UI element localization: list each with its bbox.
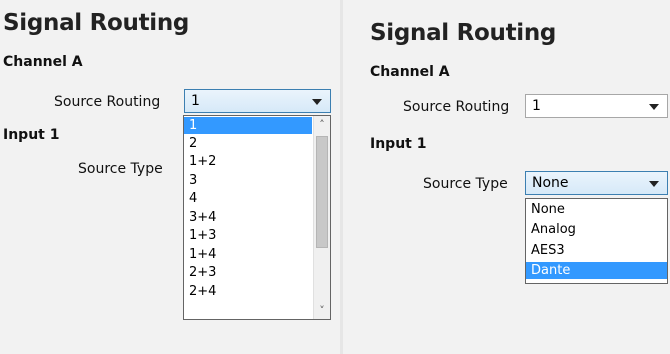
chevron-down-icon[interactable] bbox=[649, 181, 659, 187]
routing-option[interactable]: 2 bbox=[184, 135, 312, 152]
source-routing-label: Source Routing bbox=[403, 99, 510, 115]
routing-option[interactable]: 2+4 bbox=[184, 283, 312, 300]
input-heading: Input 1 bbox=[3, 127, 60, 143]
chevron-up-icon[interactable]: ˄ bbox=[314, 116, 330, 133]
source-type-option[interactable]: AES3 bbox=[526, 242, 667, 259]
source-routing-label: Source Routing bbox=[54, 94, 161, 110]
source-type-option[interactable]: Dante bbox=[526, 262, 667, 279]
input-heading: Input 1 bbox=[370, 136, 427, 152]
routing-option[interactable]: 1+4 bbox=[184, 246, 312, 263]
source-type-dropdown-list[interactable]: None Analog AES3 Dante bbox=[525, 198, 668, 284]
source-routing-select[interactable]: 1 bbox=[184, 89, 331, 113]
chevron-down-icon[interactable] bbox=[312, 99, 322, 105]
routing-scrollbar[interactable]: ˄ ˅ bbox=[313, 116, 330, 319]
source-type-option[interactable]: Analog bbox=[526, 221, 667, 238]
chevron-down-icon[interactable]: ˅ bbox=[314, 302, 330, 319]
source-type-select[interactable]: None bbox=[525, 171, 668, 195]
source-routing-select[interactable]: 1 bbox=[525, 94, 668, 118]
routing-option[interactable]: 3 bbox=[184, 172, 312, 189]
source-type-label: Source Type bbox=[78, 161, 163, 177]
source-type-label: Source Type bbox=[423, 176, 508, 192]
routing-option[interactable]: 2+3 bbox=[184, 264, 312, 281]
source-routing-value: 1 bbox=[191, 93, 200, 109]
right-panel: Signal Routing Channel A Source Routing … bbox=[343, 0, 670, 354]
channel-heading: Channel A bbox=[370, 64, 450, 80]
routing-option[interactable]: 3+4 bbox=[184, 209, 312, 226]
routing-option[interactable]: 1+2 bbox=[184, 153, 312, 170]
chevron-down-icon[interactable] bbox=[649, 104, 659, 110]
routing-option[interactable]: 1+3 bbox=[184, 227, 312, 244]
scrollbar-thumb[interactable] bbox=[316, 136, 328, 248]
source-type-option[interactable]: None bbox=[526, 201, 667, 218]
page-title: Signal Routing bbox=[370, 20, 557, 46]
page-title: Signal Routing bbox=[3, 10, 190, 36]
left-panel: Signal Routing Channel A Source Routing … bbox=[0, 0, 340, 354]
routing-dropdown-list[interactable]: 1 2 1+2 3 4 3+4 1+3 1+4 2+3 2+4 ˄ ˅ bbox=[183, 115, 331, 320]
source-type-value: None bbox=[532, 175, 569, 191]
routing-option[interactable]: 4 bbox=[184, 190, 312, 207]
channel-heading: Channel A bbox=[3, 54, 83, 70]
source-routing-value: 1 bbox=[532, 98, 541, 114]
routing-option[interactable]: 1 bbox=[184, 117, 312, 134]
